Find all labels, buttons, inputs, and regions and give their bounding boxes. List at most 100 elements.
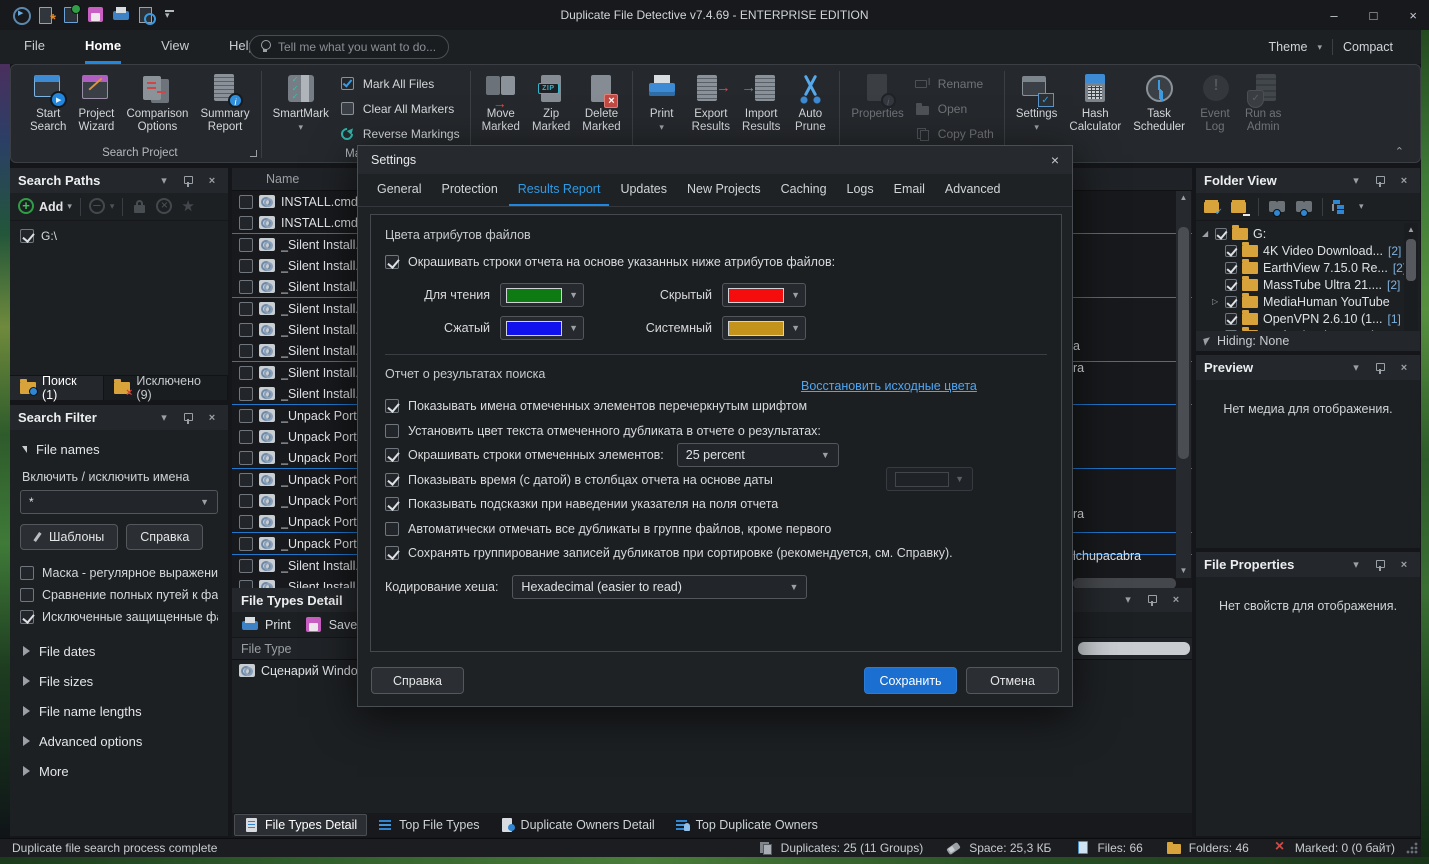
file-ops-stack-button[interactable]: Open: [911, 98, 998, 120]
path-checkbox[interactable]: [20, 229, 34, 243]
marked-text-color-dropdown[interactable]: ▼: [886, 467, 973, 491]
tree-checkbox[interactable]: [1225, 245, 1237, 257]
tellme-input[interactable]: [278, 40, 438, 54]
row-checkbox[interactable]: [239, 494, 253, 508]
maximize-button[interactable]: □: [1370, 8, 1378, 23]
row-checkbox[interactable]: [239, 259, 253, 273]
row-checkbox[interactable]: [239, 302, 253, 316]
dialog-tab[interactable]: General: [368, 175, 430, 206]
restore-colors-link[interactable]: Восстановить исходные цвета: [801, 379, 977, 393]
lock-path-button[interactable]: [131, 198, 148, 215]
row-checkbox[interactable]: [239, 216, 253, 230]
help-button[interactable]: Справка: [371, 667, 464, 694]
scrollbar-thumb[interactable]: [1178, 227, 1189, 459]
checkbox[interactable]: [385, 473, 399, 487]
dialog-tab[interactable]: New Projects: [678, 175, 770, 206]
collapsed-section-toggle[interactable]: More: [20, 756, 218, 786]
quick-access-icon[interactable]: [12, 6, 30, 24]
tree-row[interactable]: ▷ MassTube Ultra 21.... [2]: [1202, 276, 1418, 293]
color-dropdown[interactable]: ▼: [722, 316, 806, 340]
ribbon-button[interactable]: Start Search: [25, 69, 71, 136]
ribbon-button[interactable]: Export Results: [687, 69, 735, 136]
templates-button[interactable]: Шаблоны: [20, 524, 118, 550]
close-panel-icon[interactable]: ×: [204, 410, 220, 426]
ribbon-button[interactable]: Summary Report: [195, 69, 254, 136]
tree-row[interactable]: ▷ 4K Video Download... [2]: [1202, 242, 1418, 259]
checkbox[interactable]: [20, 610, 34, 624]
properties-button[interactable]: Properties: [846, 69, 908, 123]
ribbon-button[interactable]: Auto Prune: [787, 69, 833, 136]
panel-menu-icon[interactable]: ▾: [156, 173, 172, 189]
checkbox[interactable]: [385, 497, 399, 511]
tree-row[interactable]: ▷ MediaHuman YouTube D...: [1202, 293, 1418, 310]
name-mask-combobox[interactable]: * ▼: [20, 490, 218, 514]
row-checkbox[interactable]: [239, 366, 253, 380]
close-panel-icon[interactable]: ×: [1168, 592, 1184, 608]
bottom-tab[interactable]: File Types Detail: [234, 814, 367, 836]
tree-options-icon[interactable]: [1332, 199, 1350, 215]
ribbon-button[interactable]: Delete Marked: [577, 69, 625, 136]
quick-access-icon[interactable]: [87, 6, 105, 24]
report-check-row[interactable]: Показывать имена отмеченных элементов пе…: [385, 394, 1047, 419]
row-checkbox[interactable]: [239, 323, 253, 337]
dialog-close-icon[interactable]: ×: [1051, 152, 1059, 168]
check-all-folders-icon[interactable]: [1204, 199, 1222, 215]
file-ops-stack-button[interactable]: Copy Path: [911, 123, 998, 145]
collapsed-section-toggle[interactable]: File dates: [20, 636, 218, 666]
color-dropdown[interactable]: ▼: [500, 283, 584, 307]
close-panel-icon[interactable]: ×: [1396, 360, 1412, 376]
menu-item[interactable]: View: [161, 30, 189, 64]
tree-checkbox[interactable]: [1215, 228, 1227, 240]
panel-menu-icon[interactable]: ▾: [1348, 173, 1364, 189]
color-dropdown[interactable]: ▼: [500, 316, 584, 340]
tree-checkbox[interactable]: [1225, 262, 1237, 274]
dialog-tab[interactable]: Advanced: [936, 175, 1010, 206]
collapsed-section-toggle[interactable]: File name lengths: [20, 696, 218, 726]
bottom-tab[interactable]: Top Duplicate Owners: [666, 814, 827, 836]
row-checkbox[interactable]: [239, 344, 253, 358]
row-checkbox[interactable]: [239, 195, 253, 209]
report-check-row[interactable]: Сохранять группирование записей дубликат…: [385, 541, 1047, 566]
color-dropdown[interactable]: ▼: [722, 283, 806, 307]
panel-menu-icon[interactable]: ▾: [1120, 592, 1136, 608]
filter-check-row[interactable]: Маска - регулярное выражение: [20, 562, 218, 584]
close-panel-icon[interactable]: ×: [204, 173, 220, 189]
checkbox[interactable]: [20, 566, 34, 580]
uncheck-folders-icon[interactable]: [1231, 199, 1249, 215]
collapsed-section-toggle[interactable]: Advanced options: [20, 726, 218, 756]
row-checkbox[interactable]: [239, 280, 253, 294]
quick-access-icon[interactable]: [112, 6, 130, 24]
report-check-row[interactable]: Автоматически отмечать все дубликаты в г…: [385, 517, 1047, 542]
close-panel-icon[interactable]: ×: [1396, 173, 1412, 189]
checkbox[interactable]: [20, 588, 34, 602]
table-horizontal-scrollbar[interactable]: [1078, 642, 1190, 655]
close-panel-icon[interactable]: ×: [1396, 557, 1412, 573]
row-checkbox[interactable]: [239, 409, 253, 423]
ribbon-button[interactable]: Project Wizard: [73, 69, 119, 136]
search-paths-tab[interactable]: Исключено (9): [104, 376, 228, 400]
resize-grip[interactable]: [1406, 842, 1418, 854]
ribbon-button[interactable]: Hash Calculator: [1064, 69, 1126, 136]
pin-icon[interactable]: [180, 410, 196, 426]
bottom-tab[interactable]: Duplicate Owners Detail: [491, 814, 664, 836]
ribbon-button[interactable]: Task Scheduler: [1128, 69, 1190, 136]
add-path-button[interactable]: Add▾: [18, 198, 72, 215]
row-checkbox[interactable]: [239, 238, 253, 252]
checkbox[interactable]: [385, 399, 399, 413]
row-checkbox[interactable]: [239, 451, 253, 465]
ribbon-button[interactable]: Settings: [1011, 69, 1063, 136]
report-check-row[interactable]: Окрашивать строки отмеченных элементов: …: [385, 443, 1047, 468]
pin-icon[interactable]: [1372, 173, 1388, 189]
file-ops-stack-button[interactable]: Rename: [911, 73, 998, 95]
row-checkbox[interactable]: [239, 473, 253, 487]
checkbox[interactable]: [385, 255, 399, 269]
scroll-up-icon[interactable]: ▲: [1404, 225, 1418, 234]
tellme-search-box[interactable]: [249, 35, 449, 59]
dialog-tab[interactable]: Email: [885, 175, 934, 206]
menu-item[interactable]: File: [24, 30, 45, 64]
minimize-button[interactable]: –: [1330, 8, 1337, 23]
row-checkbox[interactable]: [239, 387, 253, 401]
filter-check-row[interactable]: Исключенные защищенные файлы: [20, 606, 218, 628]
vertical-scrollbar[interactable]: ▲ ▼: [1176, 191, 1191, 578]
ribbon-button[interactable]: Run as Admin: [1240, 69, 1286, 136]
